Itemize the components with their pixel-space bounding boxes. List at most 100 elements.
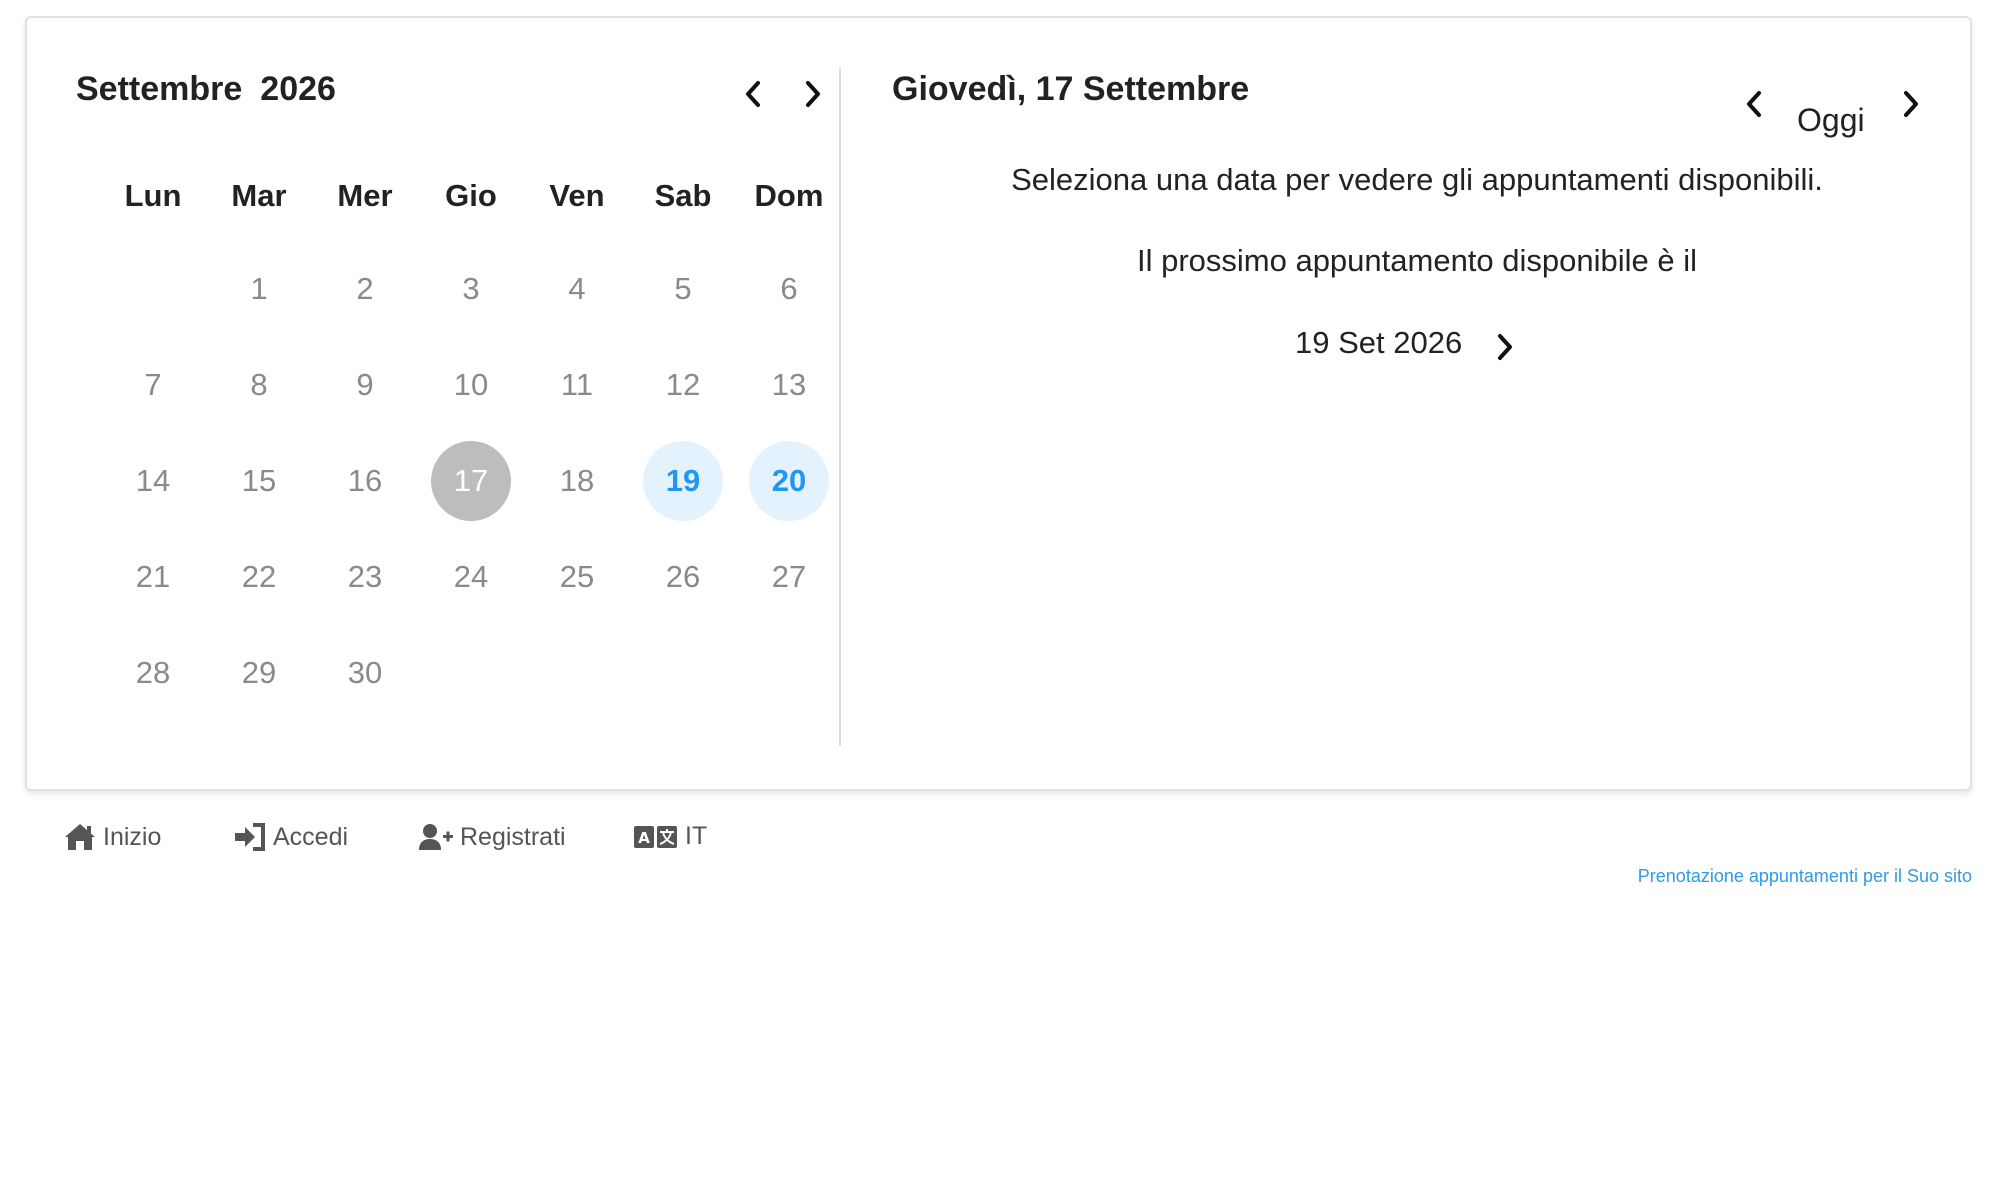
- footer-link-label: Accedi: [273, 822, 349, 851]
- calendar-day-number: 15: [241, 463, 277, 498]
- calendar-day-number: 2: [356, 271, 374, 306]
- calendar-month: Settembre: [76, 70, 243, 108]
- calendar-day: 3: [418, 241, 524, 337]
- calendar-day: 2: [312, 241, 418, 337]
- weekday-label: Sab: [654, 178, 712, 213]
- next-month-button[interactable]: [793, 74, 833, 114]
- calendar-day-number: 22: [241, 559, 277, 594]
- calendar-blank-cell: [100, 241, 206, 337]
- calendar-day-number: 17: [431, 441, 511, 521]
- calendar-day-number: 6: [780, 271, 798, 306]
- chevron-left-icon: [746, 81, 760, 107]
- chevron-right-icon: [1904, 91, 1918, 117]
- calendar-day-number: 27: [771, 559, 807, 594]
- sign-in-icon: [235, 823, 265, 851]
- calendar-day-number: 4: [568, 271, 586, 306]
- chevron-right-icon: [806, 81, 820, 107]
- calendar-day-number: 29: [241, 655, 277, 690]
- calendar-day-number: 25: [559, 559, 595, 594]
- calendar-day: 4: [524, 241, 630, 337]
- calendar-day-available[interactable]: 19: [630, 433, 736, 529]
- calendar-day-selected[interactable]: 17: [418, 433, 524, 529]
- calendar-day: 6: [736, 241, 842, 337]
- calendar-day: 30: [312, 625, 418, 721]
- prev-day-button[interactable]: [1734, 84, 1774, 124]
- calendar-day-number: 12: [665, 367, 701, 402]
- footer-link-registrati[interactable]: Registrati: [418, 822, 566, 852]
- selected-date-title: Giovedì, 17 Settembre: [892, 70, 1250, 108]
- calendar-day-number: 20: [749, 441, 829, 521]
- calendar-day-number: 23: [347, 559, 383, 594]
- booking-card: Settembre 2026 Lun Mar Mer Gio Ven Sab Dom 1234…: [25, 16, 1972, 791]
- prev-month-button[interactable]: [733, 74, 773, 114]
- calendar-day-number: 11: [560, 367, 594, 402]
- weekday-label: Dom: [754, 178, 824, 213]
- calendar-day: 11: [524, 337, 630, 433]
- footer-link-inizio[interactable]: Inizio: [63, 822, 161, 852]
- calendar-day-number: 10: [453, 367, 489, 402]
- calendar-day: 13: [736, 337, 842, 433]
- calendar-month-year: Settembre 2026: [76, 70, 336, 109]
- calendar-day: 29: [206, 625, 312, 721]
- weekday-label: Mar: [231, 178, 287, 213]
- calendar-day: 15: [206, 433, 312, 529]
- svg-text:A: A: [638, 829, 650, 847]
- calendar-day-number: 7: [144, 367, 162, 402]
- calendar-day: 25: [524, 529, 630, 625]
- calendar-day: 27: [736, 529, 842, 625]
- calendar-day-number: 14: [135, 463, 171, 498]
- calendar-day: 28: [100, 625, 206, 721]
- calendar-day-number: 1: [250, 271, 268, 306]
- calendar-day-number: 9: [356, 367, 374, 402]
- calendar-day-number: 24: [453, 559, 489, 594]
- calendar-day-available[interactable]: 20: [736, 433, 842, 529]
- calendar-day-number: 26: [665, 559, 701, 594]
- next-day-button[interactable]: [1891, 84, 1931, 124]
- weekday-label: Mer: [337, 178, 393, 213]
- calendar-day: 18: [524, 433, 630, 529]
- calendar-day: 24: [418, 529, 524, 625]
- weekday-header: Lun Mar Mer Gio Ven Sab Dom: [100, 178, 842, 214]
- weekday-label: Gio: [445, 178, 497, 213]
- weekday-label: Lun: [124, 178, 182, 213]
- calendar-day: 12: [630, 337, 736, 433]
- calendar-day-number: 30: [347, 655, 383, 690]
- next-available-date-link[interactable]: 19 Set 2026: [1295, 325, 1462, 361]
- chevron-left-icon: [1747, 91, 1761, 117]
- calendar-day: 7: [100, 337, 206, 433]
- calendar-day: 23: [312, 529, 418, 625]
- calendar-day: 21: [100, 529, 206, 625]
- footer-link-accedi[interactable]: Accedi: [233, 822, 348, 852]
- calendar-day: 9: [312, 337, 418, 433]
- language-icon: A: [634, 825, 677, 848]
- footer-link-language[interactable]: A IT: [633, 822, 707, 851]
- calendar-day-number: 19: [643, 441, 723, 521]
- calendar-year: 2026: [260, 70, 336, 108]
- calendar-day-number: 28: [135, 655, 171, 690]
- go-to-next-date-button[interactable]: [1485, 327, 1525, 367]
- calendar-day: 14: [100, 433, 206, 529]
- next-appointment-message: Il prossimo appuntamento disponibile è i…: [1136, 243, 1698, 278]
- weekday-label: Ven: [549, 178, 605, 213]
- pane-divider: [839, 68, 841, 746]
- select-date-message: Seleziona una data per vedere gli appunt…: [1011, 162, 1823, 197]
- home-icon: [65, 824, 95, 850]
- calendar-grid: 1 2 3 4 5 6 7 8 9 10 11 12 13 14 15 16 17 18 19 20 21 22 23 24 2…: [100, 241, 842, 721]
- calendar-day: 10: [418, 337, 524, 433]
- user-plus-icon: [419, 824, 453, 850]
- calendar-day-number: 16: [347, 463, 383, 498]
- chevron-right-icon: [1498, 334, 1512, 360]
- calendar-day: 16: [312, 433, 418, 529]
- calendar-day: 5: [630, 241, 736, 337]
- today-button[interactable]: Oggi: [1797, 102, 1865, 139]
- calendar-day: 8: [206, 337, 312, 433]
- calendar-day-number: 13: [771, 367, 807, 402]
- calendar-day-number: 8: [250, 367, 268, 402]
- calendar-day: 1: [206, 241, 312, 337]
- calendar-day: 26: [630, 529, 736, 625]
- calendar-day: 22: [206, 529, 312, 625]
- calendar-day-number: 18: [559, 463, 595, 498]
- calendar-day-number: 5: [674, 271, 692, 306]
- calendar-day-number: 3: [462, 271, 480, 306]
- footer-promo-link[interactable]: Prenotazione appuntamenti per il Suo sit…: [1638, 866, 1972, 887]
